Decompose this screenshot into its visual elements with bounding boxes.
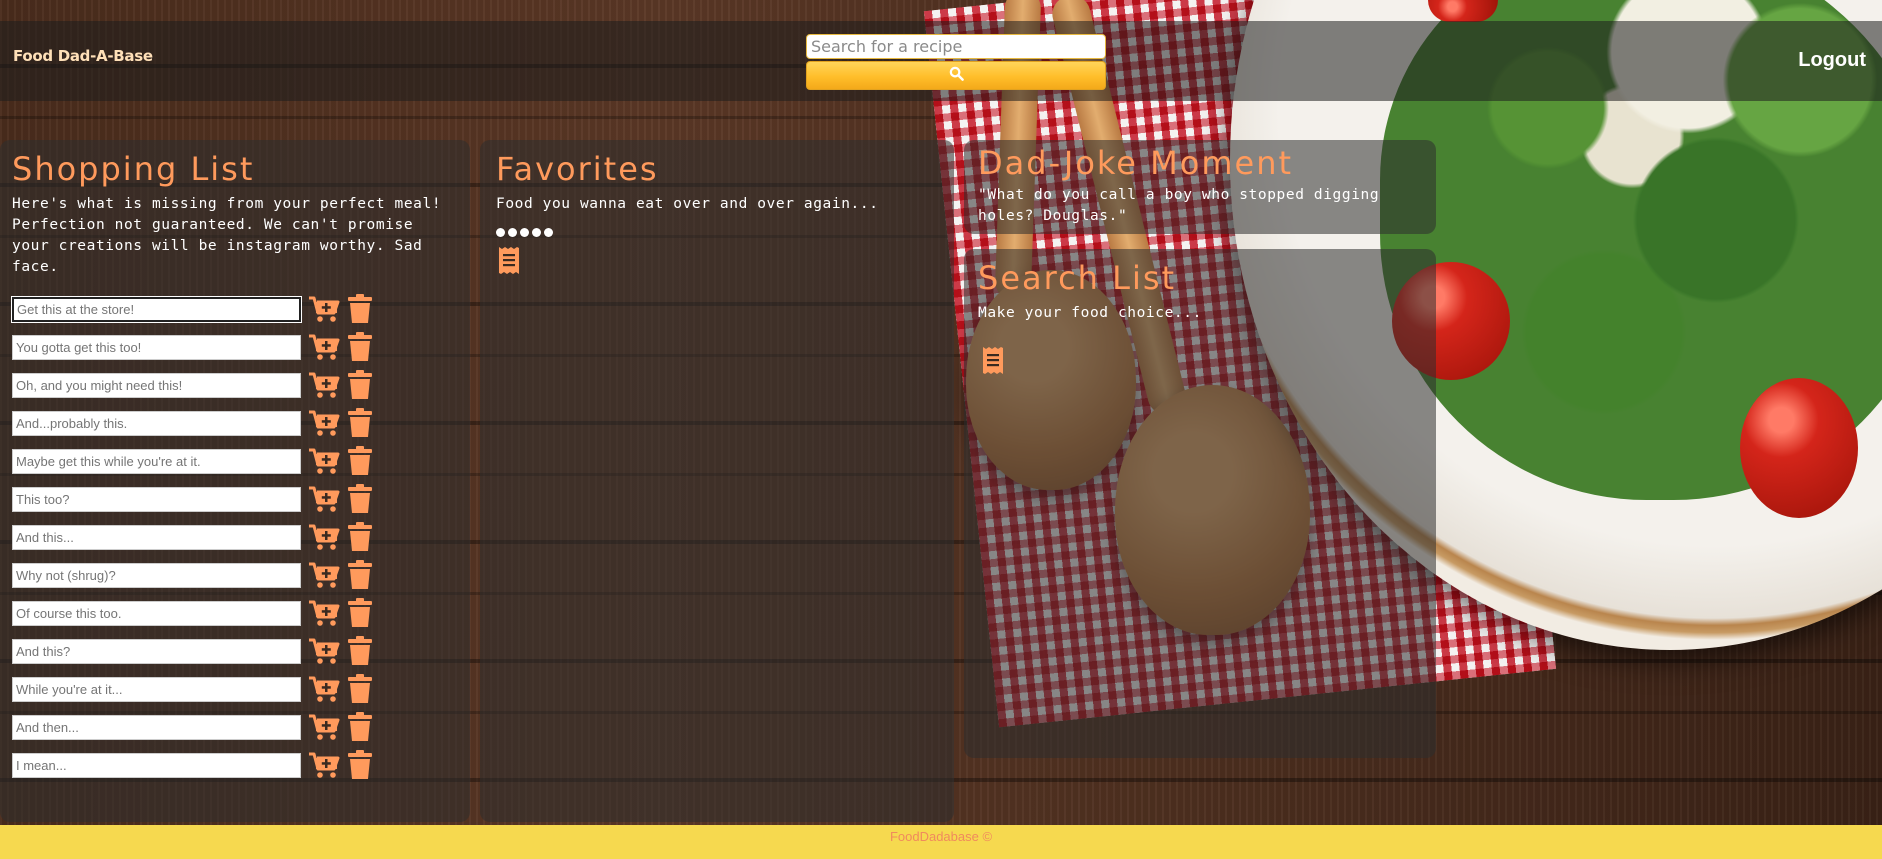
- dad-joke-text: "What do you call a boy who stopped digg…: [978, 187, 1380, 224]
- trash-icon[interactable]: [343, 674, 377, 704]
- loading-indicator: [496, 228, 553, 237]
- logout-link[interactable]: Logout: [1798, 49, 1866, 72]
- add-to-cart-icon[interactable]: [307, 370, 341, 400]
- shopping-list-row: [12, 712, 377, 742]
- brand-logo[interactable]: Food Dad-A-Base: [13, 47, 153, 65]
- shopping-list-description: Here's what is missing from your perfect…: [12, 196, 442, 275]
- shopping-item-input[interactable]: [12, 486, 301, 512]
- trash-icon[interactable]: [343, 750, 377, 780]
- trash-icon[interactable]: [343, 522, 377, 552]
- add-to-cart-icon[interactable]: [307, 408, 341, 438]
- favorites-title: Favorites: [496, 150, 659, 188]
- search-list-title: Search List: [978, 259, 1177, 297]
- trash-icon[interactable]: [343, 294, 377, 324]
- receipt-icon[interactable]: [498, 246, 520, 280]
- add-to-cart-icon[interactable]: [307, 446, 341, 476]
- trash-icon[interactable]: [343, 560, 377, 590]
- shopping-item-input[interactable]: [12, 676, 301, 702]
- tomato: [1428, 0, 1498, 22]
- add-to-cart-icon[interactable]: [307, 750, 341, 780]
- shopping-item-input[interactable]: [12, 372, 301, 398]
- shopping-list-row: [12, 750, 377, 780]
- shopping-list-row: [12, 598, 377, 628]
- dad-joke-title: Dad-Joke Moment: [978, 144, 1294, 182]
- shopping-list-row: [12, 370, 377, 400]
- loading-dot: [532, 228, 541, 237]
- add-to-cart-icon[interactable]: [307, 674, 341, 704]
- search-button[interactable]: [806, 61, 1106, 90]
- shopping-list-row: [12, 674, 377, 704]
- shopping-item-input[interactable]: [12, 296, 301, 322]
- shopping-item-input[interactable]: [12, 448, 301, 474]
- add-to-cart-icon[interactable]: [307, 560, 341, 590]
- shopping-item-input[interactable]: [12, 410, 301, 436]
- add-to-cart-icon[interactable]: [307, 332, 341, 362]
- footer-copyright: FoodDadabase ©: [889, 829, 993, 844]
- dad-joke-panel: Dad-Joke Moment "What do you call a boy …: [964, 140, 1436, 234]
- search-list-description: Make your food choice...: [978, 305, 1202, 321]
- loading-dot: [508, 228, 517, 237]
- trash-icon[interactable]: [343, 408, 377, 438]
- footer: FoodDadabase ©: [0, 825, 1882, 859]
- shopping-list-row: [12, 522, 377, 552]
- navbar: Food Dad-A-Base Logout: [0, 21, 1882, 101]
- shopping-list-row: [12, 294, 377, 324]
- receipt-icon[interactable]: [982, 346, 1004, 380]
- trash-icon[interactable]: [343, 332, 377, 362]
- shopping-list-row: [12, 560, 377, 590]
- trash-icon[interactable]: [343, 446, 377, 476]
- add-to-cart-icon[interactable]: [307, 522, 341, 552]
- search-list-panel: Search List Make your food choice...: [964, 249, 1436, 758]
- add-to-cart-icon[interactable]: [307, 598, 341, 628]
- shopping-list-row: [12, 446, 377, 476]
- add-to-cart-icon[interactable]: [307, 636, 341, 666]
- shopping-list-row: [12, 408, 377, 438]
- favorites-panel: Favorites Food you wanna eat over and ov…: [480, 140, 954, 822]
- tomato: [1740, 378, 1858, 518]
- shopping-item-input[interactable]: [12, 752, 301, 778]
- trash-icon[interactable]: [343, 370, 377, 400]
- add-to-cart-icon[interactable]: [307, 484, 341, 514]
- shopping-item-input[interactable]: [12, 524, 301, 550]
- loading-dot: [544, 228, 553, 237]
- loading-dot: [520, 228, 529, 237]
- trash-icon[interactable]: [343, 636, 377, 666]
- shopping-item-input[interactable]: [12, 638, 301, 664]
- favorites-description: Food you wanna eat over and over again..…: [496, 196, 879, 212]
- trash-icon[interactable]: [343, 598, 377, 628]
- add-to-cart-icon[interactable]: [307, 712, 341, 742]
- add-to-cart-icon[interactable]: [307, 294, 341, 324]
- search-input[interactable]: [806, 34, 1106, 59]
- shopping-list-row: [12, 484, 377, 514]
- shopping-list-row: [12, 332, 377, 362]
- trash-icon[interactable]: [343, 484, 377, 514]
- trash-icon[interactable]: [343, 712, 377, 742]
- shopping-list-title: Shopping List: [12, 150, 255, 188]
- shopping-item-input[interactable]: [12, 562, 301, 588]
- search-icon: [949, 66, 964, 85]
- shopping-item-input[interactable]: [12, 600, 301, 626]
- shopping-list-row: [12, 636, 377, 666]
- shopping-item-input[interactable]: [12, 334, 301, 360]
- shopping-item-input[interactable]: [12, 714, 301, 740]
- loading-dot: [496, 228, 505, 237]
